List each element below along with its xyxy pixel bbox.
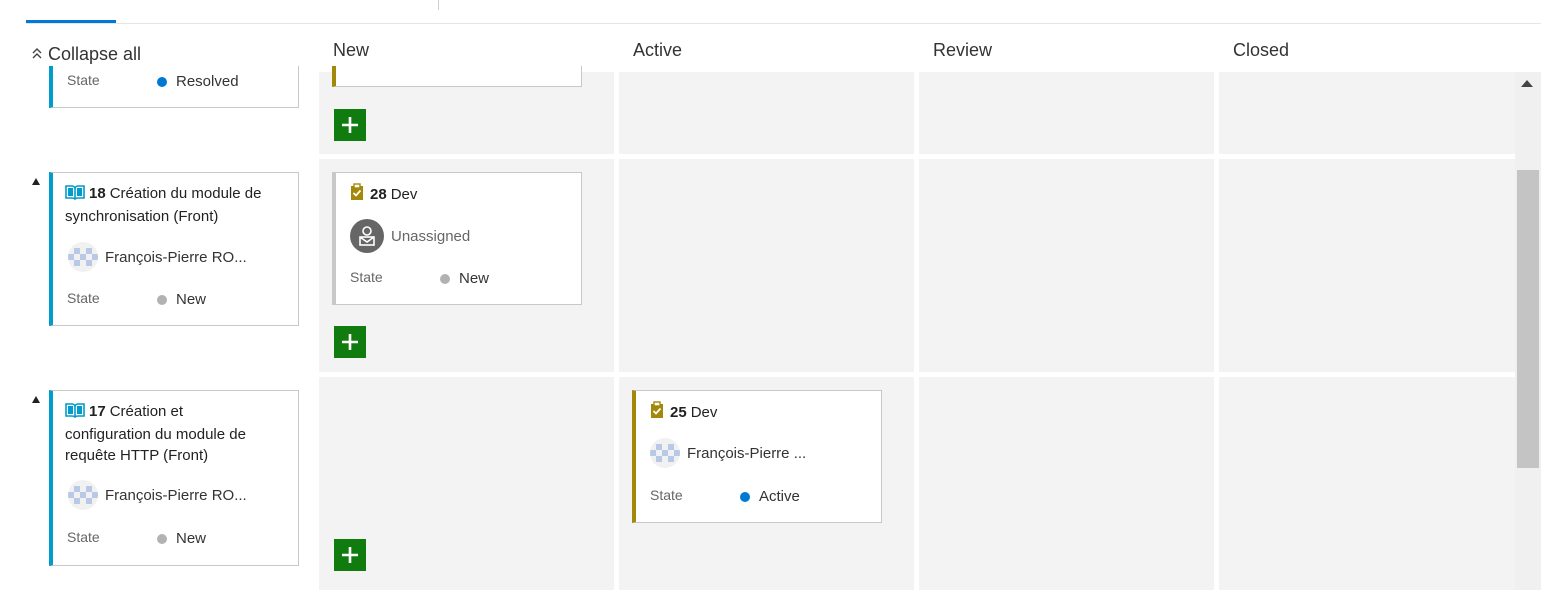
double-chevron-up-icon (32, 47, 42, 62)
assignee[interactable]: François-Pierre RO... (68, 480, 247, 510)
work-item-id: 18 (89, 185, 106, 202)
tab-separator (438, 0, 439, 10)
scroll-up-arrow-icon[interactable] (1521, 80, 1533, 87)
column-header-closed: Closed (1233, 40, 1290, 60)
cell-closed (1219, 159, 1515, 372)
book-icon (65, 402, 85, 424)
state-value: Resolved (157, 73, 239, 90)
assignee[interactable]: Unassigned (350, 219, 470, 253)
work-item-title-line2: configuration du module de (65, 426, 246, 443)
state-text: New (176, 291, 207, 308)
column-header-active: Active (633, 40, 683, 60)
avatar (68, 480, 98, 510)
story-title[interactable]: 18 Création du module de synchronisation … (65, 183, 295, 227)
cell-review (919, 72, 1214, 154)
scrollbar-thumb[interactable] (1517, 170, 1539, 468)
task-title[interactable]: 28 Dev (350, 183, 417, 207)
story-card[interactable]: State Resolved (49, 66, 299, 108)
clipboard-check-icon (650, 401, 664, 425)
clipboard-check-icon (350, 183, 364, 207)
work-item-title: Dev (390, 186, 418, 203)
work-item-title: Dev (690, 404, 718, 421)
top-tab-bar (0, 0, 1565, 24)
story-card[interactable]: 17 Création et configuration du module de… (49, 390, 299, 566)
expand-collapse-triangle-icon[interactable] (32, 178, 40, 185)
expand-collapse-triangle-icon[interactable] (32, 396, 40, 403)
assignee-name: François-Pierre RO... (105, 486, 247, 504)
cell-closed (1219, 377, 1515, 590)
state-value[interactable]: New (157, 291, 206, 308)
cell-active (619, 72, 914, 154)
task-card[interactable] (332, 66, 582, 87)
state-dot-icon (157, 294, 167, 305)
state-label: State (67, 529, 100, 545)
work-item-id: 17 (89, 403, 106, 420)
plus-icon (342, 117, 358, 133)
state-dot-icon (440, 273, 450, 284)
book-icon (65, 184, 85, 206)
cell-review (919, 377, 1214, 590)
state-text: New (176, 530, 207, 547)
state-dot-icon (157, 533, 167, 544)
add-task-button[interactable] (334, 539, 366, 571)
work-item-title-line1: Création et (109, 403, 184, 420)
task-card[interactable]: 25 Dev François-Pierre ... State Active (632, 390, 882, 523)
unassigned-person-icon (350, 219, 384, 253)
story-title[interactable]: 17 Création et configuration du module de… (65, 401, 295, 466)
state-text: New (459, 270, 490, 287)
work-item-title-line3: requête HTTP (Front) (65, 447, 209, 464)
task-card[interactable]: 28 Dev Unassigned State New (332, 172, 582, 305)
work-item-id: 28 (370, 186, 387, 203)
state-text: Resolved (176, 73, 239, 90)
assignee[interactable]: François-Pierre RO... (68, 242, 247, 272)
plus-icon (342, 334, 358, 350)
state-label: State (67, 290, 100, 306)
assignee-name: François-Pierre RO... (105, 248, 247, 266)
avatar (68, 242, 98, 272)
collapse-all-button[interactable]: Collapse all (32, 44, 141, 65)
column-header-new: New (333, 40, 370, 60)
state-value[interactable]: Active (740, 488, 800, 505)
task-title[interactable]: 25 Dev (650, 401, 717, 425)
state-label: State (650, 487, 683, 503)
state-label: State (350, 269, 383, 285)
assignee[interactable]: François-Pierre ... (650, 438, 806, 468)
add-task-button[interactable] (334, 326, 366, 358)
state-dot-icon (740, 491, 750, 502)
cell-review (919, 159, 1214, 372)
tab-bar-divider (26, 23, 1541, 24)
plus-icon (342, 547, 358, 563)
state-value[interactable]: New (440, 270, 489, 287)
column-header-review: Review (933, 40, 993, 60)
cell-active (619, 159, 914, 372)
work-item-id: 25 (670, 404, 687, 421)
state-text: Active (759, 488, 800, 505)
add-task-button[interactable] (334, 109, 366, 141)
assignee-name: Unassigned (391, 227, 471, 245)
state-value[interactable]: New (157, 530, 206, 547)
avatar (650, 438, 680, 468)
state-dot-icon (157, 76, 167, 87)
assignee-name: François-Pierre ... (687, 444, 807, 462)
collapse-all-label: Collapse all (48, 44, 142, 64)
state-label: State (67, 72, 100, 88)
cell-closed (1219, 72, 1515, 154)
story-card[interactable]: 18 Création du module de synchronisation … (49, 172, 299, 326)
